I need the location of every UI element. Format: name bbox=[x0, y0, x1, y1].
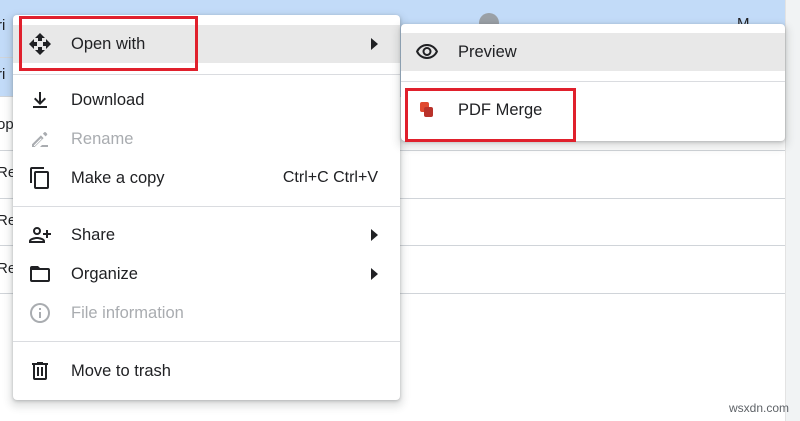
submenu-item-label: PDF Merge bbox=[458, 100, 543, 119]
file-row-name[interactable]: ri bbox=[0, 66, 5, 83]
info-icon bbox=[28, 301, 52, 325]
context-menu: Open with Download Rename Make a copy Ct… bbox=[13, 15, 400, 400]
menu-item-move-to-trash[interactable]: Move to trash bbox=[13, 352, 400, 390]
keyboard-shortcut: Ctrl+C Ctrl+V bbox=[282, 169, 378, 186]
menu-item-label: Open with bbox=[71, 34, 146, 53]
submenu-item-preview[interactable]: Preview bbox=[401, 33, 785, 71]
menu-item-label: Make a copy bbox=[71, 168, 165, 187]
folder-open-icon bbox=[28, 262, 52, 286]
menu-divider bbox=[13, 74, 400, 75]
menu-item-label: File information bbox=[71, 303, 184, 322]
menu-divider bbox=[13, 206, 400, 207]
add-person-icon bbox=[28, 223, 52, 247]
menu-item-label: Rename bbox=[71, 129, 134, 148]
file-row-name[interactable]: op bbox=[0, 116, 14, 133]
submenu-item-label: Preview bbox=[458, 42, 517, 61]
file-row-name[interactable]: ri bbox=[0, 17, 5, 34]
menu-item-share[interactable]: Share bbox=[13, 216, 400, 254]
menu-divider bbox=[401, 81, 785, 82]
chevron-right-icon bbox=[371, 229, 378, 241]
menu-item-label: Organize bbox=[71, 264, 138, 283]
watermark: wsxdn.com bbox=[729, 401, 790, 415]
menu-divider bbox=[13, 341, 400, 342]
menu-item-open-with[interactable]: Open with bbox=[13, 25, 400, 63]
pencil-icon bbox=[28, 127, 52, 151]
copy-icon bbox=[28, 166, 52, 190]
menu-item-make-a-copy[interactable]: Make a copy Ctrl+C Ctrl+V bbox=[13, 159, 400, 197]
submenu-item-pdf-merge[interactable]: PDF Merge bbox=[401, 91, 785, 129]
menu-item-download[interactable]: Download bbox=[13, 81, 400, 119]
pdf-merge-app-icon bbox=[415, 98, 439, 122]
chevron-right-icon bbox=[371, 38, 378, 50]
menu-item-label: Share bbox=[71, 225, 116, 244]
menu-item-organize[interactable]: Organize bbox=[13, 255, 400, 293]
trash-icon bbox=[28, 359, 52, 383]
menu-item-file-information[interactable]: File information bbox=[13, 294, 400, 332]
move-arrows-icon bbox=[28, 32, 52, 56]
scrollbar[interactable] bbox=[785, 0, 800, 421]
eye-icon bbox=[415, 40, 439, 64]
chevron-right-icon bbox=[371, 268, 378, 280]
menu-item-label: Move to trash bbox=[71, 361, 171, 380]
download-icon bbox=[28, 88, 52, 112]
menu-item-label: Download bbox=[71, 90, 145, 109]
open-with-submenu: Preview PDF Merge bbox=[401, 24, 785, 141]
menu-item-rename[interactable]: Rename bbox=[13, 120, 400, 158]
